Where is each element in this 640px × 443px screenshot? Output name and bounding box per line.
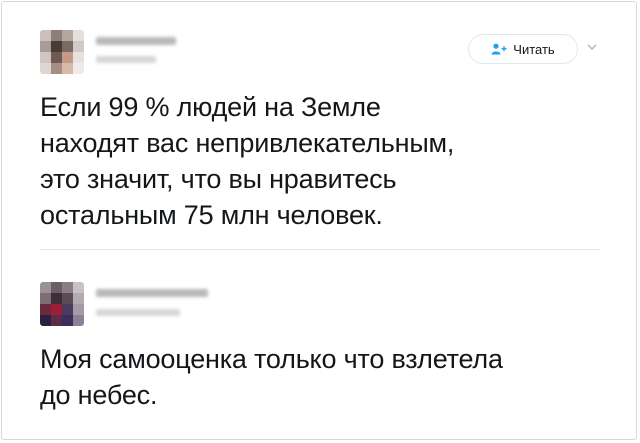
avatar[interactable] [40, 30, 84, 74]
author-handle-redacted [96, 309, 180, 316]
chevron-down-icon[interactable] [585, 40, 599, 54]
tweet-text-line: Моя самооценка только что взлетела [40, 344, 503, 374]
tweet-text-line: до небес. [40, 380, 158, 410]
divider [40, 249, 600, 250]
follow-button[interactable]: Читать [468, 34, 578, 64]
author-name-redacted [96, 37, 176, 45]
tweet-text-line: это значит, что вы нравитесь [40, 164, 397, 194]
avatar[interactable] [40, 282, 84, 326]
tweet-text-line: Если 99 % людей на Земле [40, 92, 381, 122]
author-name-redacted [96, 289, 208, 297]
follow-button-label: Читать [513, 41, 555, 57]
tweet-text-line: остальным 75 млн человек. [40, 200, 383, 230]
author-handle-redacted [96, 56, 156, 63]
follow-user-icon [491, 43, 507, 55]
tweet-text-line: находят вас непривлекательным, [40, 128, 455, 158]
